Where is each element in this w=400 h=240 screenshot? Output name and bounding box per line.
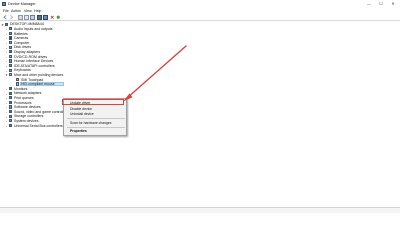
uninstall-icon[interactable] <box>50 15 55 20</box>
monitor-icon[interactable] <box>37 15 42 20</box>
tree-category-label: Batteries <box>14 31 28 36</box>
tree-category-label: Display adapters <box>14 49 41 54</box>
tree-category-label: Storage controllers <box>14 114 44 119</box>
menu-uninstall-device[interactable]: Uninstall device <box>70 112 94 116</box>
audio-icon <box>9 27 13 31</box>
hid-icon <box>9 59 13 63</box>
tree-category-label: Processors <box>14 100 32 105</box>
tree-category-label: Computer <box>14 40 30 45</box>
sound-icon <box>9 109 13 114</box>
chevron-right-icon[interactable]: › <box>5 32 8 36</box>
chevron-right-icon[interactable]: › <box>5 105 8 109</box>
tree-category-label: Software devices <box>14 105 41 110</box>
tree-category-label: Mice and other pointing devices <box>14 72 64 77</box>
software-device-icon <box>9 105 13 109</box>
keyboard-icon <box>9 68 13 72</box>
tree-category-label: Monitors <box>14 86 28 91</box>
tree-category-label: Sound, video and game controllers <box>14 109 69 114</box>
chevron-right-icon[interactable]: › <box>5 87 8 91</box>
mouse-icon <box>16 77 20 81</box>
mouse-icon <box>16 82 20 86</box>
tree-category-label: Audio inputs and outputs <box>14 26 53 31</box>
computer-icon <box>9 40 13 45</box>
chevron-right-icon[interactable]: › <box>5 59 8 63</box>
chevron-right-icon[interactable]: › <box>5 92 8 96</box>
device-manager-icon <box>2 2 6 6</box>
chevron-right-icon[interactable]: › <box>5 55 8 59</box>
chevron-right-icon[interactable]: › <box>5 96 8 100</box>
system-device-icon <box>9 119 13 123</box>
chevron-right-icon[interactable]: › <box>5 64 8 68</box>
properties-icon[interactable] <box>18 15 23 20</box>
minimize-button[interactable]: — <box>364 1 374 7</box>
chevron-right-icon[interactable]: › <box>5 101 8 105</box>
chevron-right-icon[interactable]: › <box>5 41 8 45</box>
tree-device-label: HID-compliant mouse <box>21 82 55 87</box>
menu-disable-device[interactable]: Disable device <box>70 107 92 111</box>
tree-category-label: Human Interface Devices <box>14 59 54 64</box>
printer-icon <box>9 96 13 100</box>
tree-category-label: Cameras <box>14 36 29 41</box>
menu-help[interactable]: Help <box>34 9 41 13</box>
disk-drive-icon <box>9 45 13 49</box>
show-hidden-icon[interactable] <box>30 15 35 20</box>
annotation-highlight-box <box>62 98 124 105</box>
chevron-right-icon[interactable]: › <box>5 46 8 50</box>
tree-device-selected[interactable]: HID-compliant mouse <box>0 81 64 87</box>
device-tree: ▼ DESKTOP-4MM8A44 › Audio inputs and out… <box>0 22 400 207</box>
chevron-right-icon[interactable]: › <box>5 27 8 31</box>
scan-icon[interactable] <box>56 15 61 20</box>
menu-file[interactable]: File <box>3 9 9 13</box>
close-button[interactable]: ✕ <box>388 1 398 7</box>
tree-category-label: Disk drives <box>14 45 32 50</box>
tree-category-label: IDE ATA/ATAPI controllers <box>14 63 55 68</box>
chevron-down-icon[interactable]: ▼ <box>5 73 8 77</box>
menu-action[interactable]: Action <box>11 9 21 13</box>
chevron-right-icon[interactable]: › <box>5 69 8 73</box>
title-bar: Device Manager — ☐ ✕ <box>0 0 400 8</box>
tree-root-label: DESKTOP-4MM8A44 <box>10 22 44 27</box>
computer-icon <box>5 22 9 26</box>
tree-category-label: Print queues <box>14 95 34 100</box>
ide-controller-icon <box>9 63 13 68</box>
menu-view[interactable]: View <box>24 9 32 13</box>
display-adapter-icon <box>9 50 13 54</box>
network-adapter-icon <box>9 91 13 95</box>
chevron-down-icon[interactable]: ▼ <box>1 23 4 27</box>
monitor-icon <box>9 86 13 91</box>
forward-icon[interactable] <box>9 15 14 20</box>
toolbar <box>0 14 400 21</box>
back-icon[interactable] <box>3 15 8 20</box>
tree-category-label: Network adapters <box>14 91 42 96</box>
status-bar <box>0 207 400 213</box>
update-driver-icon[interactable] <box>43 15 48 20</box>
battery-icon <box>9 31 13 35</box>
menu-scan-hardware[interactable]: Scan for hardware changes <box>70 121 111 125</box>
chevron-right-icon[interactable]: › <box>5 110 8 114</box>
menu-properties[interactable]: Properties <box>70 129 87 133</box>
tree-category-label: System devices <box>14 118 39 123</box>
chevron-right-icon[interactable]: › <box>5 124 8 128</box>
chevron-right-icon[interactable]: › <box>5 36 8 40</box>
maximize-button[interactable]: ☐ <box>376 1 386 7</box>
tree-category-label: Universal Serial Bus controllers <box>14 123 63 128</box>
camera-icon <box>9 36 13 40</box>
usb-icon <box>9 123 13 127</box>
tree-category-label: DVD/CD-ROM drives <box>14 54 48 59</box>
chevron-right-icon[interactable]: › <box>5 50 8 54</box>
dvd-drive-icon <box>9 54 13 58</box>
help-icon[interactable] <box>24 15 29 20</box>
chevron-right-icon[interactable]: › <box>5 119 8 123</box>
storage-controller-icon <box>9 114 13 118</box>
mouse-icon <box>9 73 13 77</box>
chevron-right-icon[interactable]: › <box>5 115 8 119</box>
processor-icon <box>9 100 13 104</box>
tree-category-label: Keyboards <box>14 68 31 73</box>
window-title: Device Manager <box>8 1 36 6</box>
